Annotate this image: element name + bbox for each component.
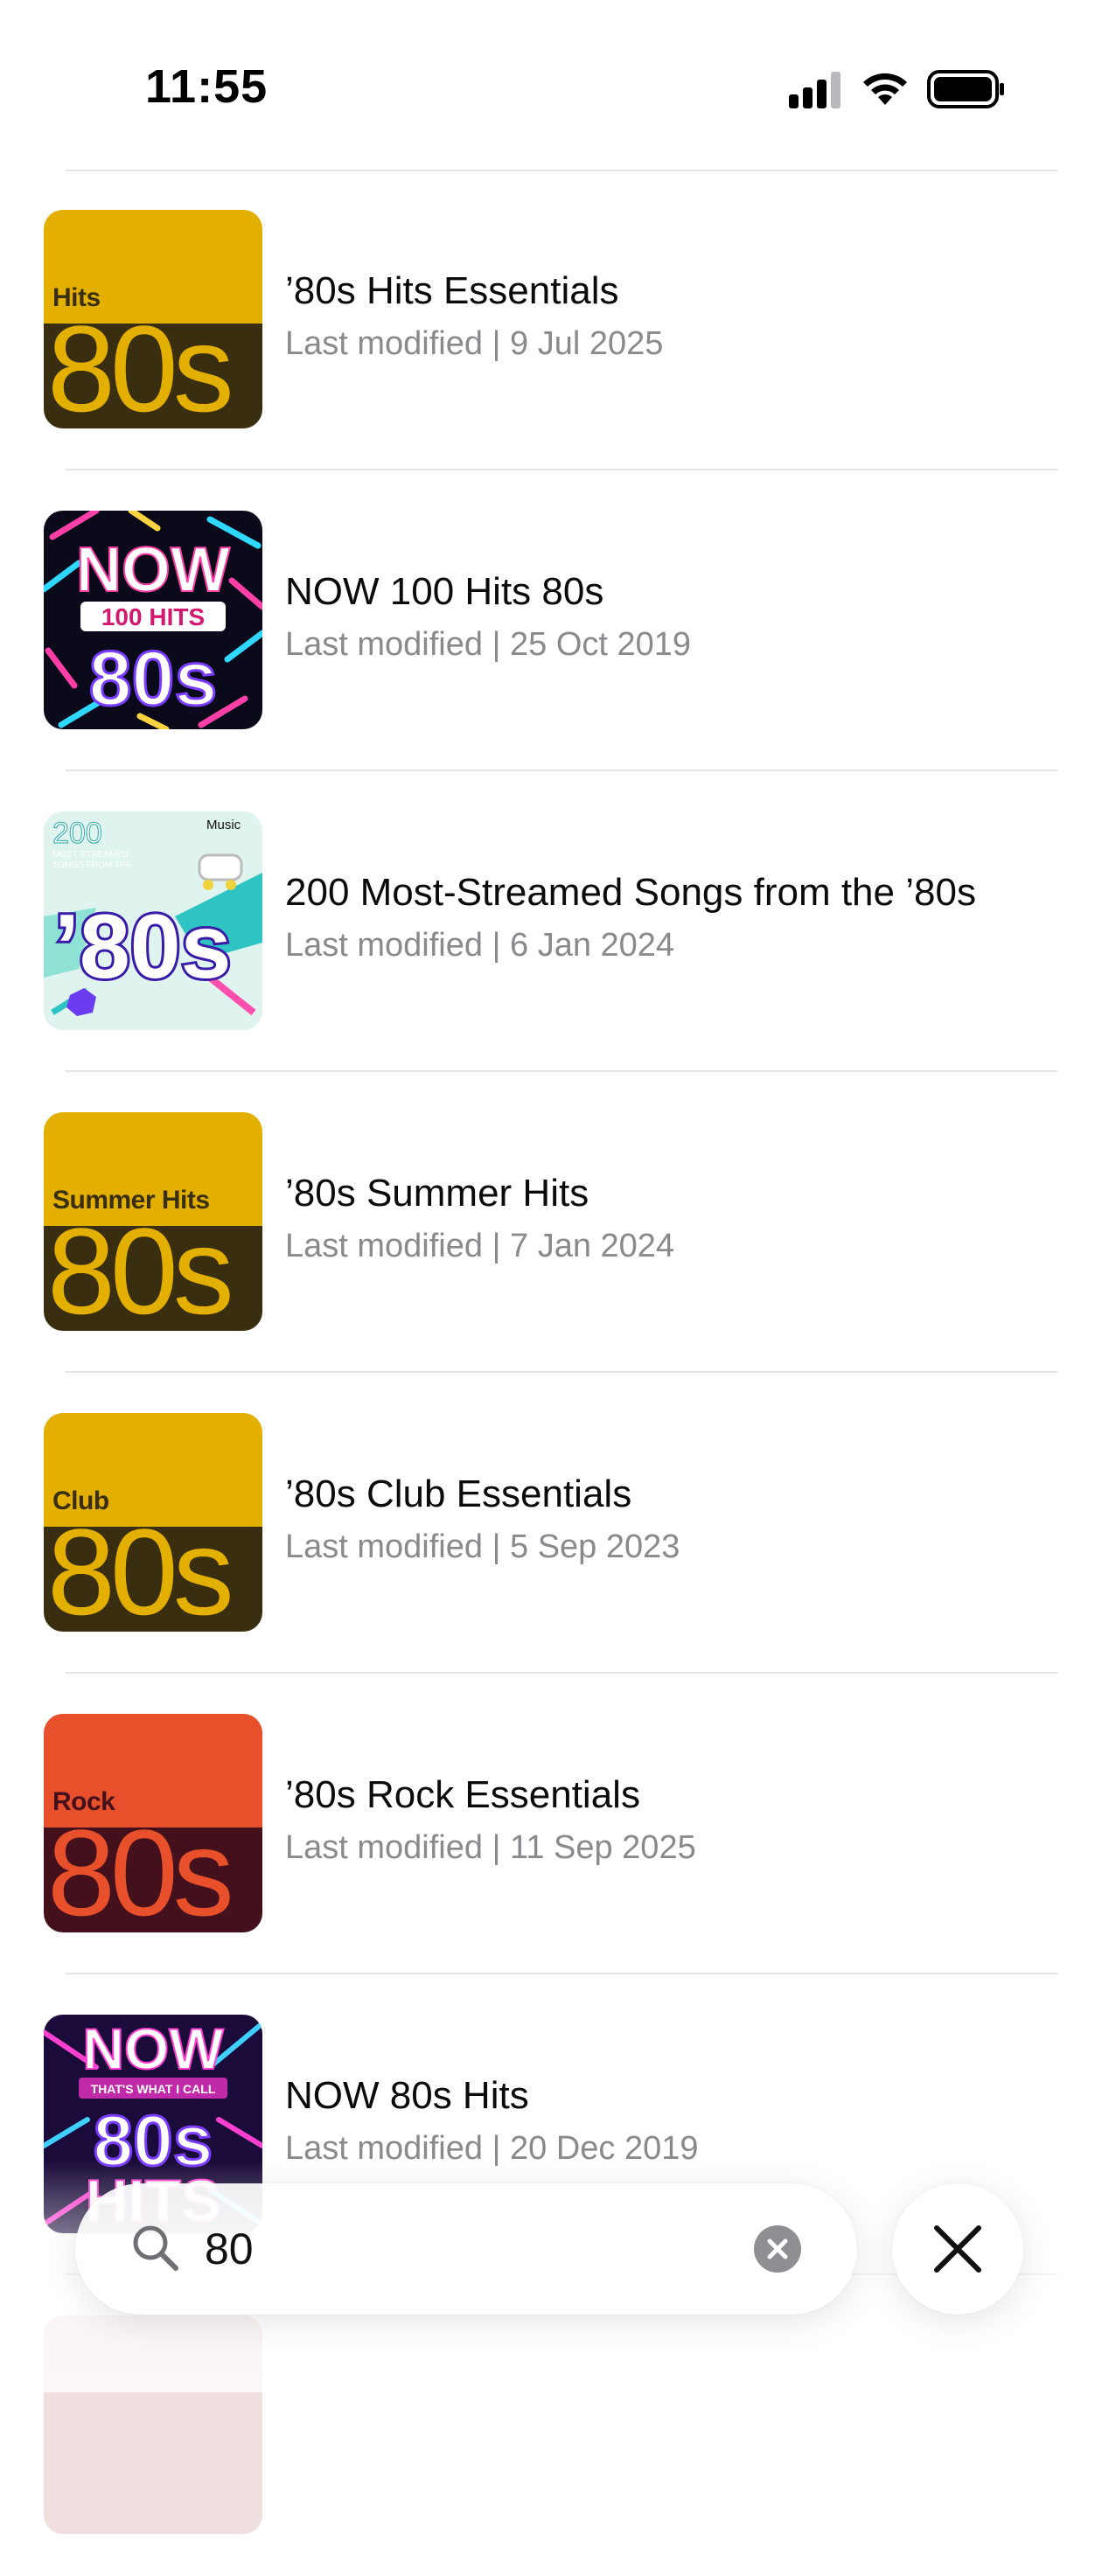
apple-music-badge: Music — [206, 818, 241, 832]
list-item[interactable]: Club 80s ’80s Club Essentials Last modif… — [0, 1373, 1102, 1674]
list-item[interactable]: NOW 100 HITS 80s NOW 100 Hits 80s Last m… — [0, 470, 1102, 771]
close-icon — [934, 2225, 981, 2273]
status-time: 11:55 — [145, 60, 269, 113]
wifi-icon — [863, 73, 907, 105]
clear-icon — [767, 2238, 788, 2259]
artwork-text-100-hits: 100 HITS — [101, 603, 205, 630]
search-bar[interactable]: 80 — [75, 2183, 857, 2315]
artwork-text-80s: 80s — [89, 635, 218, 721]
artwork-big-text: 80s — [47, 300, 234, 429]
artwork-text-songs-from: SONGS FROM THE — [52, 860, 132, 870]
clear-search-button[interactable] — [754, 2225, 801, 2273]
search-input[interactable]: 80 — [205, 2224, 254, 2274]
playlist-subtitle: Last modified | 6 Jan 2024 — [285, 927, 675, 964]
battery-icon — [927, 70, 1004, 108]
artwork-text-now: NOW — [76, 535, 230, 605]
playlist-artwork: Hits 80s — [44, 210, 262, 428]
playlist-artwork: Summer Hits 80s — [44, 1112, 262, 1331]
status-bar: 11:55 — [0, 0, 1102, 166]
artwork-text-80s: ’80s — [54, 896, 231, 998]
playlist-title: 200 Most-Streamed Songs from the ’80s — [285, 871, 976, 914]
list-item[interactable]: Rock 80s ’80s Rock Essentials Last modif… — [0, 1674, 1102, 1974]
playlist-artwork: NOW 100 HITS 80s — [44, 511, 262, 729]
playlist-subtitle: Last modified | 9 Jul 2025 — [285, 325, 664, 362]
search-icon — [133, 2225, 178, 2271]
playlist-title: ’80s Rock Essentials — [285, 1773, 640, 1816]
playlist-subtitle: Last modified | 7 Jan 2024 — [285, 1228, 675, 1264]
list-item[interactable]: 200 MOST STREAMED SONGS FROM THE Music ’… — [0, 771, 1102, 1072]
artwork-big-text: 80s — [47, 1503, 234, 1633]
playlist-artwork — [44, 2315, 262, 2534]
playlist-title: NOW 100 Hits 80s — [285, 570, 604, 613]
artwork-text-most-streamed: MOST STREAMED — [52, 850, 129, 860]
playlist-title: NOW 80s Hits — [285, 2074, 529, 2117]
list-item[interactable]: Hits 80s ’80s Hits Essentials Last modif… — [0, 170, 1102, 470]
list-item[interactable] — [0, 2275, 1102, 2576]
playlist-title: ’80s Club Essentials — [285, 1472, 632, 1515]
close-search-button[interactable] — [892, 2183, 1023, 2315]
playlist-artwork: 200 MOST STREAMED SONGS FROM THE Music ’… — [44, 811, 262, 1030]
artwork-big-text: 80s — [47, 1804, 234, 1933]
artwork-text-now: NOW — [82, 2016, 224, 2081]
artwork-text-thats-what: THAT'S WHAT I CALL — [91, 2082, 216, 2096]
playlist-title: ’80s Hits Essentials — [285, 269, 619, 312]
artwork-text-200: 200 — [52, 817, 102, 850]
list-item[interactable]: Summer Hits 80s ’80s Summer Hits Last mo… — [0, 1072, 1102, 1373]
playlist-subtitle: Last modified | 25 Oct 2019 — [285, 626, 692, 663]
playlist-artwork: Club 80s — [44, 1413, 262, 1632]
playlist-title: ’80s Summer Hits — [285, 1172, 589, 1215]
playlist-subtitle: Last modified | 11 Sep 2025 — [285, 1829, 696, 1866]
playlist-artwork: Rock 80s — [44, 1714, 262, 1932]
playlist-subtitle: Last modified | 5 Sep 2023 — [285, 1528, 680, 1565]
artwork-big-text: 80s — [47, 1202, 234, 1332]
signal-icon — [789, 72, 840, 108]
playlist-subtitle: Last modified | 20 Dec 2019 — [285, 2130, 699, 2167]
